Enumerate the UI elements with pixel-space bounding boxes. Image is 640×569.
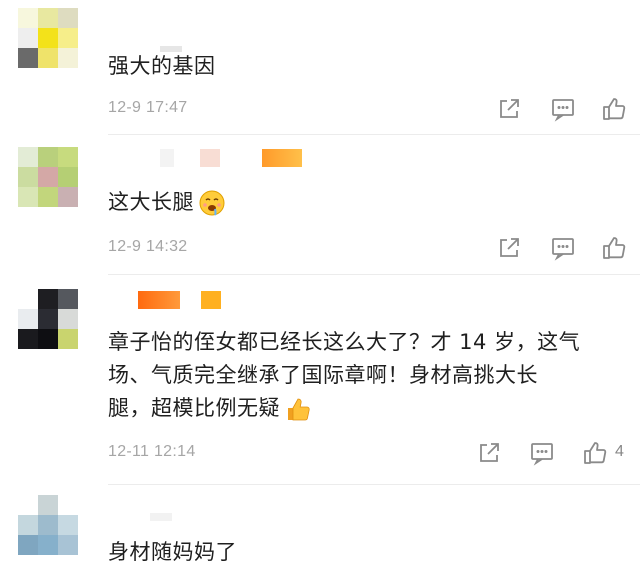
- share-icon[interactable]: [476, 440, 502, 466]
- thumbs-up-emoji: [284, 395, 312, 423]
- avatar[interactable]: [18, 147, 78, 207]
- comment-text: 章子怡的侄女都已经长这么大了？才 14 岁，这气 场、气质完全继承了国际章啊！身…: [108, 326, 628, 425]
- comment-text: 这大长腿: [108, 186, 628, 219]
- share-icon[interactable]: [496, 96, 522, 122]
- like-icon[interactable]: [582, 440, 608, 466]
- like-icon[interactable]: [601, 235, 627, 261]
- comment-text-line: 章子怡的侄女都已经长这么大了？才 14 岁，这气: [108, 330, 581, 354]
- user-badge: [201, 291, 221, 309]
- like-count: 4: [615, 443, 624, 460]
- comment-text: 强大的基因: [108, 54, 216, 78]
- avatar[interactable]: [18, 495, 78, 555]
- username-blurred: [200, 149, 220, 167]
- comment-timestamp: 12-9 14:32: [108, 238, 188, 255]
- comment-text-content: 这大长腿: [108, 190, 194, 214]
- comment-icon[interactable]: [529, 440, 555, 466]
- comment-item: 这大长腿 12-9 14:32: [0, 135, 640, 275]
- user-badge: [262, 149, 302, 167]
- like-icon[interactable]: [601, 96, 627, 122]
- comment-item: 身材随妈妈了: [0, 485, 640, 568]
- username-blurred[interactable]: [138, 291, 180, 309]
- comment-timestamp: 12-11 12:14: [108, 443, 196, 460]
- comment-text: 身材随妈妈了: [108, 540, 237, 564]
- avatar[interactable]: [18, 289, 78, 349]
- comment-item: 章子怡的侄女都已经长这么大了？才 14 岁，这气 场、气质完全继承了国际章啊！身…: [0, 275, 640, 485]
- comment-text-line: 场、气质完全继承了国际章啊！身材高挑大长: [108, 363, 538, 387]
- avatar[interactable]: [18, 8, 78, 68]
- comment-text-line: 腿，超模比例无疑: [108, 392, 628, 425]
- username-blurred[interactable]: [160, 149, 174, 167]
- comment-item: 强大的基因 12-9 17:47: [0, 0, 640, 135]
- comment-icon[interactable]: [550, 96, 576, 122]
- drooling-face-emoji: [198, 189, 226, 217]
- comment-icon[interactable]: [550, 235, 576, 261]
- share-icon[interactable]: [496, 235, 522, 261]
- username-blurred[interactable]: [150, 513, 172, 521]
- comment-timestamp: 12-9 17:47: [108, 99, 188, 116]
